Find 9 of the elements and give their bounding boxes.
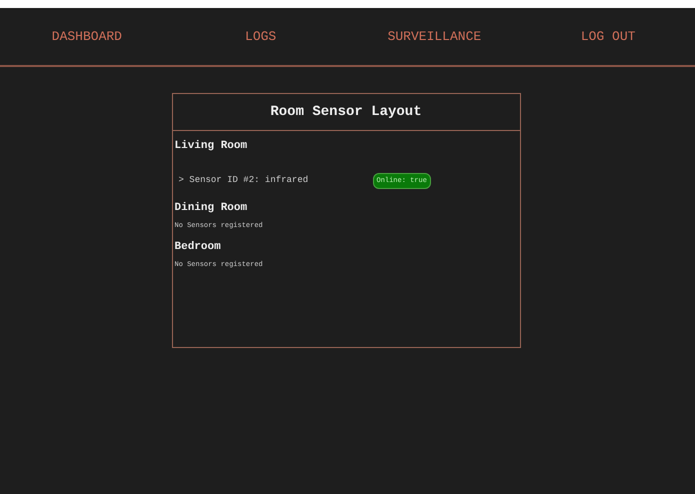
nav-link[interactable]: LOGS: [245, 26, 276, 46]
room-heading: Dining Room: [174, 201, 248, 215]
room-heading: Bedroom: [174, 240, 221, 254]
room-heading: Living Room: [174, 139, 248, 153]
panel-title: Room Sensor Layout: [270, 102, 422, 122]
sensor-label: > Sensor ID #2: infrared: [178, 174, 310, 188]
nav-link[interactable]: SURVEILLANCE: [388, 26, 482, 46]
nav-link[interactable]: LOG OUT: [580, 26, 636, 46]
nav-link[interactable]: DASHBOARD: [52, 26, 122, 46]
